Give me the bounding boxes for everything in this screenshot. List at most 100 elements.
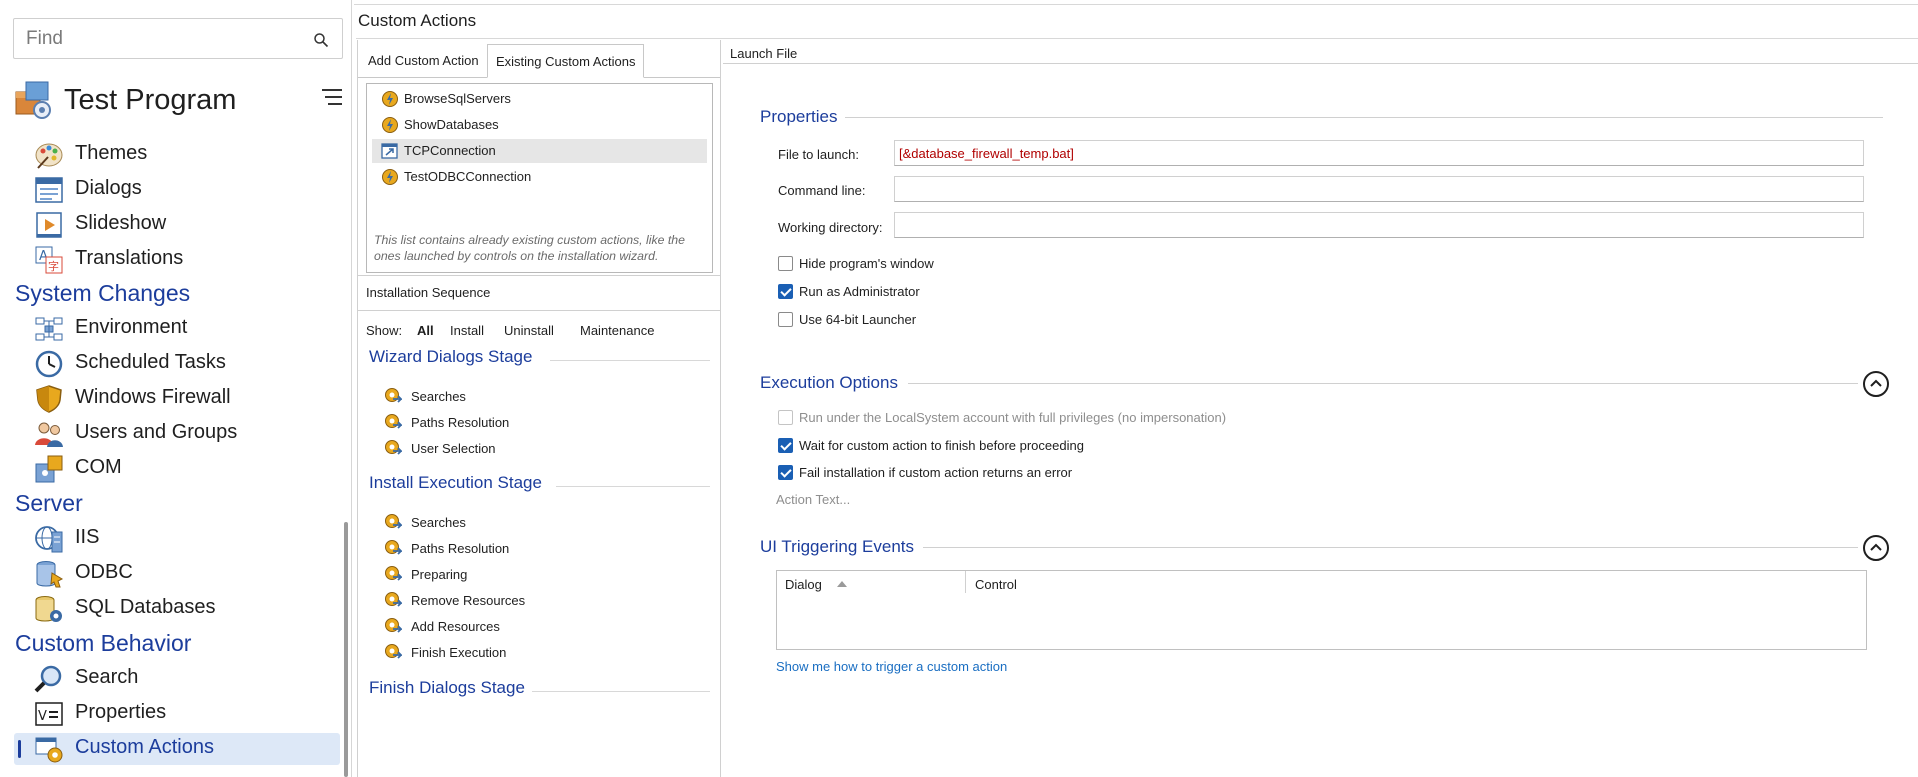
custom-action-label: TCPConnection [404, 143, 496, 158]
tab-existing-custom-actions[interactable]: Existing Custom Actions [487, 44, 645, 78]
list-item-showdatabases[interactable]: ShowDatabases [372, 113, 707, 137]
column-separator [965, 571, 966, 593]
custom-actions-gear-icon [35, 737, 63, 763]
column-header-control[interactable]: Control [975, 577, 1017, 592]
nav-label-iis: IIS [75, 526, 100, 548]
sort-ascending-icon [837, 581, 847, 587]
step-user-selection[interactable]: User Selection [384, 437, 684, 459]
detail-header: Launch File [723, 40, 1918, 64]
collapse-execution-button[interactable] [1863, 371, 1889, 397]
nav-item-com[interactable]: COM [14, 453, 340, 485]
custom-action-label: TestODBCConnection [404, 169, 532, 184]
step-paths-resolution[interactable]: Paths Resolution [384, 411, 684, 433]
collapse-ui-events-button[interactable] [1863, 535, 1889, 561]
step-preparing[interactable]: Preparing [384, 563, 684, 585]
stage-title-wizard-dialogs: Wizard Dialogs Stage [369, 347, 533, 366]
nav-section-server: Server [15, 490, 83, 516]
stage-divider [556, 486, 710, 487]
checkbox-box[interactable] [778, 465, 793, 480]
nav-item-translations[interactable]: A字 Translations [14, 244, 340, 276]
dialog-window-icon [35, 177, 63, 203]
filter-install[interactable]: Install [450, 323, 484, 338]
filter-uninstall[interactable]: Uninstall [504, 323, 554, 338]
nav-item-slideshow[interactable]: Slideshow [14, 209, 340, 241]
step-label: User Selection [411, 441, 496, 456]
step-finish-execution[interactable]: Finish Execution [384, 641, 684, 663]
file-to-launch-field[interactable]: [&database_firewall_temp.bat] [894, 140, 1864, 166]
checkbox-label: Use 64-bit Launcher [799, 312, 917, 327]
nav-item-environment[interactable]: Environment [14, 313, 340, 345]
nav-section-custom-behavior: Custom Behavior [15, 630, 192, 656]
help-trigger-link[interactable]: Show me how to trigger a custom action [776, 659, 1007, 674]
nav-label-sql-databases: SQL Databases [75, 596, 216, 618]
sequence-step-icon [385, 618, 402, 633]
custom-action-icon [382, 117, 398, 133]
command-line-field[interactable] [894, 176, 1864, 202]
list-description-note: This list contains already existing cust… [374, 233, 685, 263]
variable-icon: V [35, 702, 63, 726]
nav-item-iis[interactable]: IIS [14, 523, 340, 555]
nav-item-custom-actions[interactable]: Custom Actions [14, 733, 340, 765]
shield-icon [36, 385, 62, 413]
nav-item-search[interactable]: Search [14, 663, 340, 695]
nav-item-odbc[interactable]: ODBC [14, 558, 340, 590]
checkbox-label: Fail installation if custom action retur… [799, 465, 1073, 480]
step-searches[interactable]: Searches [384, 385, 684, 407]
nav-item-scheduled-tasks[interactable]: Scheduled Tasks [14, 348, 340, 380]
tab-add-custom-action[interactable]: Add Custom Action [360, 44, 487, 78]
nav-item-dialogs[interactable]: Dialogs [14, 174, 340, 206]
checkbox-box[interactable] [778, 410, 793, 425]
filter-maintenance[interactable]: Maintenance [580, 323, 654, 338]
nav-item-themes[interactable]: Themes [14, 139, 340, 171]
nav-label-custom-actions: Custom Actions [75, 736, 214, 758]
filter-all[interactable]: All [417, 323, 434, 338]
nav-item-sql-databases[interactable]: SQL Databases [14, 593, 340, 625]
checkbox-box[interactable] [778, 256, 793, 271]
sequence-step-icon [385, 566, 402, 581]
checkbox-label: Run under the LocalSystem account with f… [799, 410, 1227, 425]
list-item-testodbcconnection[interactable]: TestODBCConnection [372, 165, 707, 189]
search-icon[interactable] [313, 32, 329, 48]
nav-item-windows-firewall[interactable]: Windows Firewall [14, 383, 340, 415]
section-title-execution-options: Execution Options [760, 373, 898, 392]
section-title-ui-triggering-events: UI Triggering Events [760, 537, 915, 556]
magnifier-icon [34, 665, 62, 693]
project-header: Test Program [12, 78, 342, 124]
nav-label-slideshow: Slideshow [75, 212, 167, 234]
step-label: Searches [411, 389, 466, 404]
nav-item-users-and-groups[interactable]: Users and Groups [14, 418, 340, 450]
nav-label-environment: Environment [75, 316, 188, 338]
list-item-tcpconnection[interactable]: TCPConnection [372, 139, 707, 163]
custom-action-label: ShowDatabases [404, 117, 499, 132]
checkbox-box[interactable] [778, 438, 793, 453]
nav-label-windows-firewall: Windows Firewall [75, 386, 231, 408]
action-text-link[interactable]: Action Text... [776, 492, 850, 507]
hamburger-menu-icon[interactable] [322, 88, 342, 106]
nav-label-themes: Themes [75, 142, 148, 164]
list-item-browsesqlservers[interactable]: BrowseSqlServers [372, 87, 707, 111]
database-gear-icon [35, 596, 62, 622]
step-label: Searches [411, 515, 466, 530]
custom-action-icon [382, 169, 398, 185]
nav-scrollbar[interactable] [344, 522, 348, 777]
search-box[interactable] [13, 18, 343, 59]
left-navigation-panel: Test Program Themes Dialogs Slideshow A字… [0, 0, 352, 777]
search-input[interactable] [26, 27, 306, 51]
palette-icon [35, 143, 63, 169]
step-remove-resources[interactable]: Remove Resources [384, 589, 684, 611]
checkbox-label: Wait for custom action to finish before … [799, 438, 1084, 453]
users-icon [35, 422, 63, 447]
nav-item-properties[interactable]: V Properties [14, 698, 340, 730]
step-add-resources[interactable]: Add Resources [384, 615, 684, 637]
step-searches[interactable]: Searches [384, 511, 684, 533]
nav-label-search: Search [75, 666, 139, 688]
step-label: Remove Resources [411, 593, 526, 608]
step-paths-resolution[interactable]: Paths Resolution [384, 537, 684, 559]
ui-events-table[interactable]: Dialog Control [776, 570, 1867, 650]
environment-icon [35, 317, 63, 341]
checkbox-box[interactable] [778, 312, 793, 327]
column-header-dialog[interactable]: Dialog [785, 577, 822, 592]
checkbox-box[interactable] [778, 284, 793, 299]
working-directory-field[interactable] [894, 212, 1864, 238]
stage-divider [550, 360, 710, 361]
